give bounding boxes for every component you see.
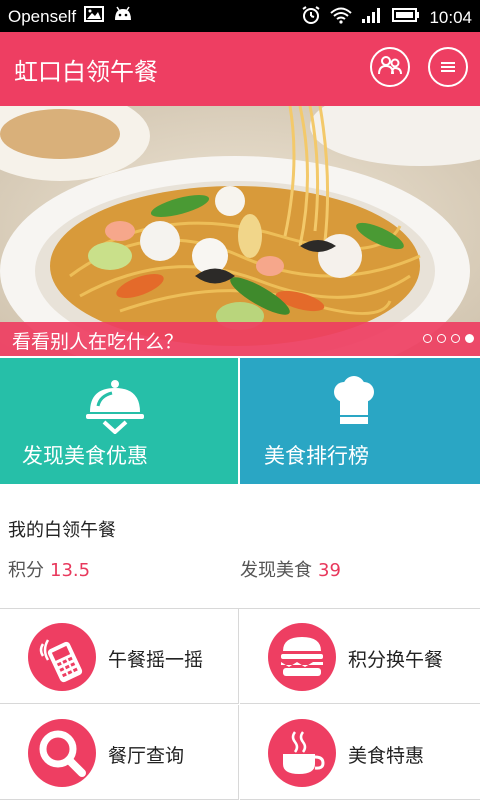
found-food-value: 39 [318, 560, 341, 581]
cloche-icon [84, 378, 146, 438]
battery-icon [392, 7, 420, 28]
phone-shake-icon [28, 623, 96, 691]
discover-deals-tile[interactable]: 发现美食优惠 [0, 358, 238, 484]
page-dot[interactable] [437, 334, 446, 343]
status-bar: Openself 10:04 [0, 0, 480, 32]
carrier-label: Openself [8, 6, 77, 26]
restaurant-search-button[interactable]: 餐厅查询 [0, 705, 239, 800]
my-account-section: 我的白领午餐 积分 13.5 发现美食 39 [0, 484, 480, 608]
points-row[interactable]: 积分 13.5 [8, 556, 90, 582]
app-title: 虹口白领午餐 [14, 58, 158, 86]
points-for-lunch-button[interactable]: 积分换午餐 [240, 609, 480, 704]
points-for-lunch-label: 积分换午餐 [348, 649, 444, 671]
restaurant-search-label: 餐厅查询 [108, 745, 185, 767]
banner-caption-text: 看看别人在吃什么？ [12, 331, 184, 353]
shake-lunch-label: 午餐摇一摇 [108, 649, 204, 671]
feature-grid: 午餐摇一摇 积分换午餐 餐厅查询 美食特惠 [0, 608, 480, 801]
coffee-cup-icon [268, 719, 336, 787]
food-banner[interactable] [0, 106, 480, 356]
wifi-icon [330, 6, 353, 29]
signal-icon [361, 7, 383, 28]
noodle-dish-image [0, 106, 480, 356]
points-value: 13.5 [50, 560, 91, 581]
app-bar: 虹口白领午餐 [0, 32, 480, 106]
found-food-label: 发现美食 [240, 560, 312, 581]
banner-caption: 看看别人在吃什么？ [0, 322, 480, 356]
page-dot[interactable] [423, 334, 432, 343]
page-dot-active[interactable] [465, 334, 474, 343]
burger-icon [268, 623, 336, 691]
people-icon [377, 54, 403, 80]
android-icon [112, 6, 134, 27]
food-ranking-label: 美食排行榜 [264, 444, 369, 468]
banner-page-indicator [423, 334, 474, 343]
friends-button[interactable] [370, 47, 410, 87]
clock-time: 10:04 [429, 7, 472, 27]
food-specials-label: 美食特惠 [348, 745, 425, 767]
my-section-heading: 我的白领午餐 [8, 520, 116, 541]
food-ranking-tile[interactable]: 美食排行榜 [240, 358, 480, 484]
menu-button[interactable] [428, 47, 468, 87]
shake-lunch-button[interactable]: 午餐摇一摇 [0, 609, 239, 704]
discover-deals-label: 发现美食优惠 [22, 444, 148, 468]
magnifier-icon [28, 719, 96, 787]
food-specials-button[interactable]: 美食特惠 [240, 705, 480, 800]
alarm-icon [301, 5, 321, 30]
found-food-row[interactable]: 发现美食 39 [240, 556, 341, 582]
menu-icon [440, 58, 456, 77]
page-dot[interactable] [451, 334, 460, 343]
points-label: 积分 [8, 560, 44, 581]
image-notification-icon [84, 6, 105, 27]
chef-hat-icon [332, 376, 376, 432]
